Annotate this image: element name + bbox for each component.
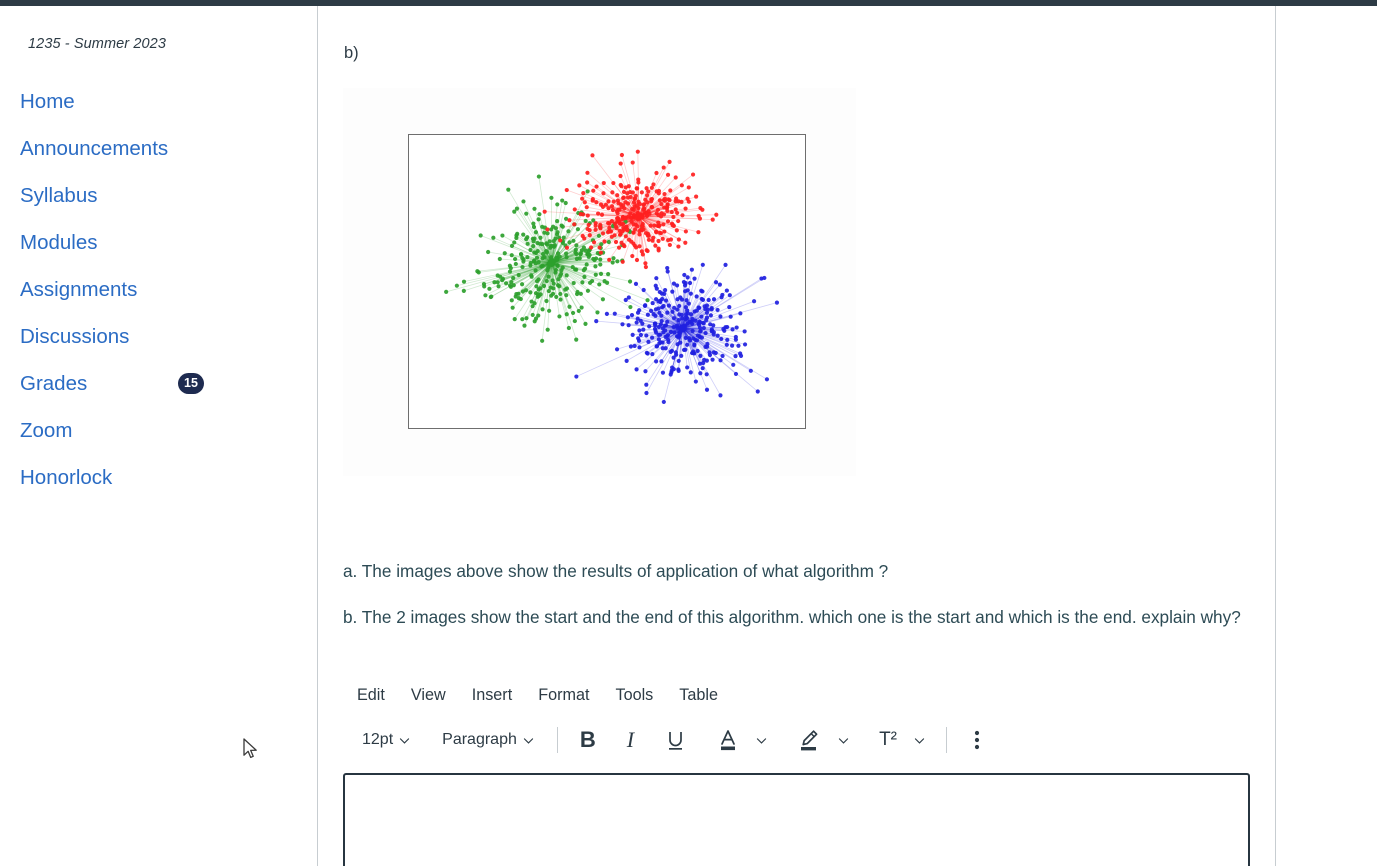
sidebar-item-modules[interactable]: Modules	[0, 219, 318, 266]
menu-edit[interactable]: Edit	[357, 686, 385, 705]
editor-toolbar: 12pt Paragraph B I T²	[343, 716, 1250, 764]
grades-unread-badge: 15	[178, 373, 204, 394]
canvas-assignment-page: 1235 - Summer 2023 Home Announcements Sy…	[0, 0, 1377, 866]
more-options-button[interactable]	[962, 723, 992, 757]
superscript-button[interactable]: T²	[872, 723, 904, 757]
sidebar-item-label: Announcements	[20, 137, 169, 160]
kmeans-cluster-figure: 2 1 0 −1 −2 −3 −2 −1 0 1 2	[343, 88, 856, 476]
y-tick-label: 2	[408, 158, 409, 171]
block-format-dropdown[interactable]: Paragraph	[435, 723, 542, 757]
font-size-value: 12pt	[362, 731, 394, 748]
underline-button[interactable]	[658, 723, 693, 757]
assignment-content: b) 2 1 0 −1 −2 −3 −2 −1 0 1 2 a. The images above …	[319, 6, 1276, 866]
y-tick-label: 0	[408, 265, 409, 278]
bold-icon: B	[579, 727, 596, 752]
question-prompt-b: b. The 2 images show the start and the e…	[343, 607, 1241, 628]
x-tick-label: 0	[619, 428, 626, 429]
sidebar-item-announcements[interactable]: Announcements	[0, 125, 318, 172]
sidebar-item-home[interactable]: Home	[0, 78, 318, 125]
sidebar-item-grades[interactable]: Grades 15	[0, 360, 318, 407]
chevron-down-icon	[756, 737, 767, 744]
sidebar-item-discussions[interactable]: Discussions	[0, 313, 318, 360]
sidebar-item-label: Modules	[20, 231, 98, 254]
superscript-dropdown[interactable]	[908, 723, 931, 757]
x-tick-label: −3	[423, 428, 439, 429]
superscript-icon: T²	[879, 729, 898, 750]
course-term-label: 1235 - Summer 2023	[28, 36, 167, 52]
sidebar-item-label: Grades	[20, 372, 88, 395]
menu-tools[interactable]: Tools	[615, 686, 653, 705]
bold-button[interactable]: B	[573, 723, 603, 757]
x-tick-label: −1	[551, 428, 567, 429]
course-nav-list: Home Announcements Syllabus Modules Assi…	[0, 78, 318, 501]
toolbar-divider	[556, 727, 558, 753]
editor-menubar: Edit View Insert Format Tools Table	[343, 674, 1250, 716]
italic-icon: I	[626, 727, 635, 752]
italic-button[interactable]: I	[620, 723, 641, 757]
menu-insert[interactable]: Insert	[472, 686, 513, 705]
sidebar-item-assignments[interactable]: Assignments	[0, 266, 318, 313]
y-tick-label: −1	[409, 325, 410, 327]
block-format-value: Paragraph	[442, 731, 517, 748]
question-prompt-a: a. The images above show the results of …	[343, 561, 889, 582]
answer-text-editor[interactable]	[343, 773, 1250, 866]
x-tick-label: 2	[746, 428, 753, 429]
scatter-plot-svg	[444, 149, 780, 405]
chevron-down-icon	[400, 737, 410, 744]
menu-view[interactable]: View	[411, 686, 446, 705]
kebab-menu-icon	[974, 730, 980, 750]
right-gutter	[1276, 6, 1377, 866]
text-color-button[interactable]	[710, 723, 746, 757]
text-color-icon	[721, 730, 736, 751]
toolbar-divider	[946, 727, 948, 753]
sidebar-item-honorlock[interactable]: Honorlock	[0, 454, 318, 501]
sidebar-item-label: Discussions	[20, 325, 130, 348]
x-tick-label: −2	[487, 428, 503, 429]
chevron-down-icon	[523, 737, 533, 744]
menu-table[interactable]: Table	[679, 686, 718, 705]
y-tick-label: −2	[409, 379, 410, 381]
sidebar-item-label: Syllabus	[20, 184, 98, 207]
y-tick-label: 1	[408, 212, 409, 225]
sidebar-item-label: Zoom	[20, 419, 73, 442]
sidebar-item-label: Home	[20, 90, 75, 113]
text-color-dropdown[interactable]	[750, 723, 773, 757]
scatter-plot-area: 2 1 0 −1 −2 −3 −2 −1 0 1 2	[408, 134, 806, 429]
sidebar-item-zoom[interactable]: Zoom	[0, 407, 318, 454]
highlighter-pen-icon	[801, 730, 818, 751]
x-tick-label: 1	[683, 428, 690, 429]
highlight-color-button[interactable]	[790, 723, 828, 757]
rich-content-editor: Edit View Insert Format Tools Table 12pt…	[343, 674, 1250, 866]
sidebar-item-label: Assignments	[20, 278, 138, 301]
chevron-down-icon	[914, 737, 925, 744]
sidebar-item-label: Honorlock	[20, 466, 113, 489]
menu-format[interactable]: Format	[538, 686, 589, 705]
underline-icon	[669, 732, 683, 750]
question-part-label: b)	[344, 44, 359, 62]
course-navigation-sidebar: 1235 - Summer 2023 Home Announcements Sy…	[0, 6, 318, 866]
font-size-dropdown[interactable]: 12pt	[355, 723, 418, 757]
highlight-color-dropdown[interactable]	[832, 723, 855, 757]
chevron-down-icon	[838, 737, 849, 744]
sidebar-item-syllabus[interactable]: Syllabus	[0, 172, 318, 219]
